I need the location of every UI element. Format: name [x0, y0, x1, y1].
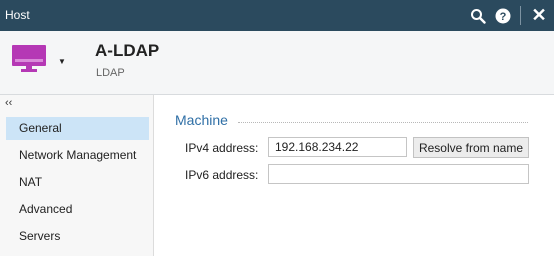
sidebar-item-servers[interactable]: Servers [6, 225, 149, 248]
sidebar-item-general[interactable]: General [6, 117, 149, 140]
object-header: ▼ A-LDAP LDAP [0, 31, 554, 95]
svg-text:?: ? [500, 11, 507, 23]
object-type-dropdown-icon[interactable]: ▼ [58, 57, 66, 66]
collapse-sidebar-icon[interactable]: ‹‹ [5, 98, 12, 109]
section-title-machine: Machine [175, 112, 228, 128]
ipv6-input[interactable] [268, 164, 529, 184]
sidebar-item-nat[interactable]: NAT [6, 171, 149, 194]
sidebar: ‹‹ General Network Management NAT Advanc… [0, 95, 154, 256]
title-bar: Host ? ✕ [0, 0, 554, 31]
object-type-label: LDAP [96, 67, 125, 79]
help-icon[interactable]: ? [492, 5, 514, 27]
ipv4-input[interactable] [268, 137, 407, 157]
sidebar-item-advanced[interactable]: Advanced [6, 198, 149, 221]
monitor-icon[interactable] [12, 45, 46, 76]
resolve-from-name-button[interactable]: Resolve from name [413, 137, 529, 158]
sidebar-item-network-management[interactable]: Network Management [6, 144, 149, 167]
ipv6-label: IPv6 address: [185, 168, 259, 182]
search-icon[interactable] [467, 5, 489, 27]
section-divider [238, 122, 528, 123]
close-icon[interactable]: ✕ [528, 5, 550, 27]
ipv4-label: IPv4 address: [185, 141, 259, 155]
title-bar-separator [520, 6, 521, 25]
title-bar-actions: ? ✕ [464, 0, 554, 31]
window-title: Host [5, 8, 30, 22]
object-name: A-LDAP [95, 41, 160, 60]
